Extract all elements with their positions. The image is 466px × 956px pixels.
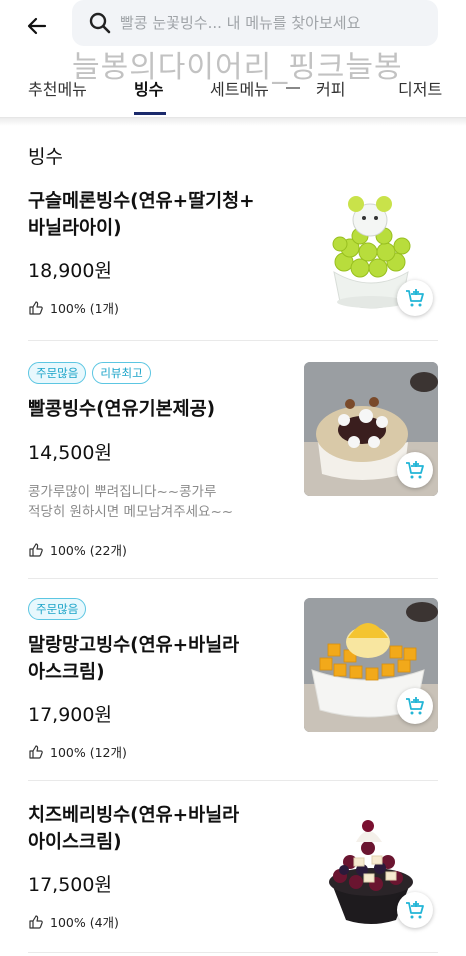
item-rating: 100% (12개): [28, 742, 127, 761]
item-price: 18,900원: [28, 260, 112, 282]
category-tabs: 추천메뉴 빙수 세트메뉴 커피 디저트: [0, 66, 466, 118]
active-tab-indicator: [134, 112, 166, 115]
item-price: 14,500원: [28, 442, 112, 464]
tab-recommended[interactable]: 추천메뉴: [28, 76, 87, 100]
item-name: 치즈베리빙수(연유+바닐라 아이스크림): [28, 805, 240, 853]
back-button[interactable]: [20, 9, 54, 43]
item-description: 콩가루많이 뿌려집니다~~콩가루 적당히 원하시면 메모남겨주세요~~: [28, 484, 234, 520]
item-divider: [28, 780, 438, 781]
item-divider: [28, 578, 438, 579]
cart-plus-icon: [406, 901, 424, 919]
search-bar[interactable]: [72, 0, 438, 46]
add-to-cart-button[interactable]: [397, 892, 433, 928]
item-name: 빨콩빙수(연유기본제공): [28, 399, 216, 420]
tab-coffee[interactable]: 커피: [316, 76, 345, 100]
item-badges: 주문많음: [28, 598, 87, 620]
cart-plus-icon: [406, 697, 424, 715]
rating-text: 100% (22개): [50, 543, 127, 558]
badge-popular: 주문많음: [28, 362, 87, 384]
cart-plus-icon: [406, 289, 424, 307]
search-icon: [89, 12, 111, 34]
rating-text: 100% (4개): [50, 915, 119, 930]
tab-set-menu[interactable]: 세트메뉴: [210, 76, 269, 100]
search-input[interactable]: [120, 14, 410, 32]
item-divider: [28, 340, 438, 341]
tab-bingsu[interactable]: 빙수: [134, 76, 163, 100]
cart-plus-icon: [406, 461, 424, 479]
top-bar: [0, 0, 466, 58]
item-price: 17,500원: [28, 874, 112, 896]
rating-text: 100% (12개): [50, 745, 127, 760]
add-to-cart-button[interactable]: [397, 688, 433, 724]
thumbs-up-icon: [29, 914, 43, 929]
add-to-cart-button[interactable]: [397, 452, 433, 488]
badge-best-review: 리뷰최고: [92, 362, 151, 384]
thumbs-up-icon: [29, 744, 43, 759]
tab-divider: [286, 87, 300, 89]
thumbs-up-icon: [29, 542, 43, 557]
item-divider: [28, 952, 438, 953]
tabs-shadow: [0, 118, 466, 126]
badge-popular: 주문많음: [28, 598, 87, 620]
tab-dessert[interactable]: 디저트: [398, 76, 442, 100]
rating-text: 100% (1개): [50, 301, 119, 316]
thumbs-up-icon: [29, 300, 43, 315]
item-name: 말랑망고빙수(연유+바닐라 아스크림): [28, 635, 240, 683]
add-to-cart-button[interactable]: [397, 280, 433, 316]
item-rating: 100% (22개): [28, 540, 127, 559]
item-badges: 주문많음 리뷰최고: [28, 362, 151, 384]
item-rating: 100% (1개): [28, 298, 119, 317]
back-arrow-icon: [27, 17, 47, 35]
item-price: 17,900원: [28, 704, 112, 726]
item-name: 구슬메론빙수(연유+딸기청+ 바닐라아이): [28, 191, 255, 239]
item-rating: 100% (4개): [28, 912, 119, 931]
section-title: 빙수: [28, 146, 63, 168]
